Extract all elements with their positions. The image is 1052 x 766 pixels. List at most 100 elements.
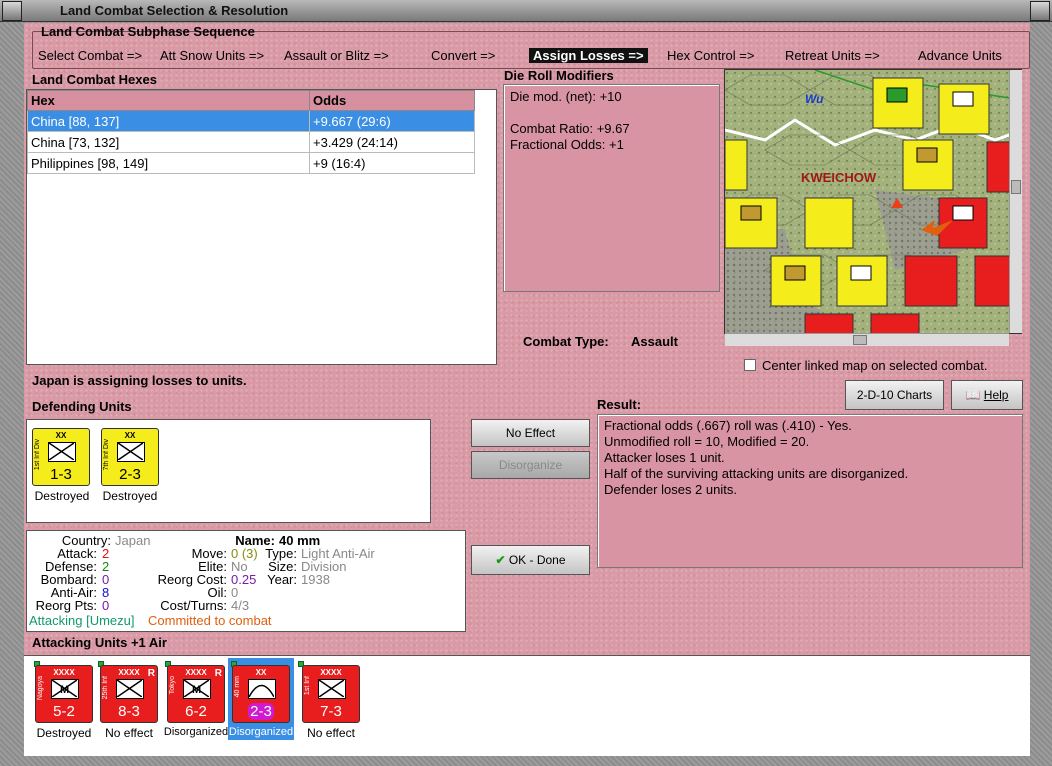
ok-done-label: OK - Done bbox=[508, 553, 566, 567]
result-line: Defender loses 2 units. bbox=[604, 482, 737, 497]
result-line: Half of the surviving attacking units ar… bbox=[604, 466, 909, 481]
checkmark-icon: ✔ bbox=[495, 553, 506, 567]
subphase-sequence-label: Land Combat Subphase Sequence bbox=[41, 24, 255, 39]
unit-size: XX bbox=[55, 431, 67, 440]
unit-symbol-letter: M bbox=[192, 684, 201, 696]
window-frame: Land Combat Selection & Resolution Land … bbox=[0, 0, 1052, 766]
modifier-spacer bbox=[510, 105, 713, 121]
odds-cell: +9.667 (29:6) bbox=[309, 110, 475, 132]
combat-type-label: Combat Type: bbox=[523, 334, 609, 349]
defending-units-panel: XX 1st Inf Div 1-3 Destroyed XX 7th Inf … bbox=[26, 419, 431, 523]
unit-size: XX bbox=[255, 668, 267, 677]
combat-hexes-list[interactable]: Hex Odds China [88, 137] +9.667 (29:6) C… bbox=[26, 89, 497, 365]
col-odds[interactable]: Odds bbox=[309, 90, 475, 111]
unit-symbol-letter: M bbox=[60, 684, 69, 696]
map-vertical-scrollbar[interactable] bbox=[1009, 70, 1022, 333]
defending-unit-counter[interactable]: XX 1st Inf Div 1-3 bbox=[32, 428, 90, 486]
defending-units-label: Defending Units bbox=[32, 399, 132, 414]
attacking-unit-counter-selected[interactable]: XX 40 mm 2-3 bbox=[232, 665, 290, 723]
seq-att-snow-units: Att Snow Units => bbox=[160, 48, 265, 63]
table-row[interactable]: China [88, 137] +9.667 (29:6) bbox=[27, 110, 475, 132]
unit-name: Tokyo bbox=[169, 676, 176, 695]
result-line: Fractional odds (.667) roll was (.410) -… bbox=[604, 418, 852, 433]
result-line: Attacker loses 1 unit. bbox=[604, 450, 725, 465]
charts-button[interactable]: 2-D-10 Charts bbox=[845, 380, 944, 410]
unit-size: XXXX bbox=[53, 668, 75, 677]
status-text: Japan is assigning losses to units. bbox=[32, 373, 247, 388]
result-label: Result: bbox=[597, 397, 642, 412]
infantry-symbol-icon bbox=[48, 442, 76, 462]
unit-name: Nagoya bbox=[37, 676, 44, 701]
mechanized-symbol-icon: M bbox=[183, 679, 211, 699]
combat-type-value: Assault bbox=[631, 334, 678, 349]
seq-select-combat: Select Combat => bbox=[38, 48, 143, 63]
year-value: 1938 bbox=[301, 572, 330, 587]
modifier-line: Die mod. (net): +10 bbox=[510, 89, 622, 104]
modifier-line: Fractional Odds: +1 bbox=[510, 137, 624, 152]
unit-size: XX bbox=[124, 431, 136, 440]
unit-status: No effect bbox=[105, 726, 153, 740]
map-horizontal-scrollbar[interactable] bbox=[725, 333, 1009, 346]
help-book-icon: 📖 bbox=[965, 388, 981, 402]
window-title: Land Combat Selection & Resolution bbox=[60, 3, 289, 18]
unit-strength: 2-3 bbox=[233, 703, 289, 720]
attacking-unit-counter[interactable]: XXXX R 25th Inf 8-3 bbox=[100, 665, 158, 723]
seq-assault-or-blitz: Assault or Blitz => bbox=[284, 48, 389, 63]
odds-cell: +3.429 (24:14) bbox=[309, 131, 475, 153]
attacking-units-label: Attacking Units +1 Air bbox=[32, 635, 167, 650]
unit-strength: 5-2 bbox=[53, 703, 75, 720]
year-key: Year: bbox=[267, 572, 297, 587]
window-close-icon[interactable] bbox=[1030, 1, 1050, 21]
cost-turns-value: 4/3 bbox=[231, 598, 250, 613]
infantry-symbol-icon bbox=[117, 442, 145, 462]
disorganize-button[interactable]: Disorganize bbox=[471, 451, 590, 479]
no-effect-button[interactable]: No Effect bbox=[471, 419, 590, 447]
window-menu-icon[interactable] bbox=[2, 1, 22, 21]
infantry-symbol-icon bbox=[318, 679, 346, 699]
unit-info-panel: Country: Japan Attack: 2 Defense: 2 Bomb… bbox=[26, 530, 466, 632]
center-map-label: Center linked map on selected combat. bbox=[762, 358, 988, 373]
dialog-body: Land Combat Subphase Sequence Select Com… bbox=[24, 23, 1030, 756]
unit-strength-value: 2-3 bbox=[248, 703, 274, 720]
seq-hex-control: Hex Control => bbox=[667, 48, 755, 63]
unit-name: 25th Inf bbox=[102, 676, 109, 700]
unit-status: Disorganized bbox=[228, 726, 294, 738]
hex-cell: Philippines [98, 149] bbox=[27, 152, 310, 174]
die-roll-modifiers-label: Die Roll Modifiers bbox=[504, 68, 614, 83]
col-hex[interactable]: Hex bbox=[27, 90, 310, 111]
unit-status: Destroyed bbox=[102, 489, 158, 503]
help-button[interactable]: 📖 Help bbox=[951, 380, 1023, 410]
combat-hexes-label: Land Combat Hexes bbox=[32, 72, 157, 87]
unit-status: Destroyed bbox=[34, 489, 90, 503]
center-map-checkbox[interactable] bbox=[744, 359, 756, 371]
map-hscroll-thumb[interactable] bbox=[853, 335, 867, 345]
ok-done-button[interactable]: ✔ OK - Done bbox=[471, 545, 590, 575]
table-row[interactable]: China [73, 132] +3.429 (24:14) bbox=[27, 131, 475, 153]
map-vscroll-thumb[interactable] bbox=[1011, 180, 1021, 194]
linked-map[interactable]: Wu KWEICHOW ang bbox=[724, 69, 1022, 334]
infantry-symbol-icon bbox=[116, 679, 144, 699]
mechanized-symbol-icon: M bbox=[51, 679, 79, 699]
reorg-pts-value: 0 bbox=[102, 598, 110, 613]
table-row[interactable]: Philippines [98, 149] +9 (16:4) bbox=[27, 152, 475, 174]
modifier-line: Combat Ratio: +9.67 bbox=[510, 121, 630, 136]
unit-strength: 1-3 bbox=[50, 466, 72, 483]
unit-strength: 8-3 bbox=[118, 703, 140, 720]
attacking-unit-counter[interactable]: XXXX R Tokyo M 6-2 bbox=[167, 665, 225, 723]
hex-cell: China [88, 137] bbox=[27, 110, 310, 132]
defending-unit-counter[interactable]: XX 7th Inf Div 2-3 bbox=[101, 428, 159, 486]
unit-status: Destroyed bbox=[36, 726, 92, 740]
committed-status: Committed to combat bbox=[148, 613, 272, 628]
title-bar[interactable]: Land Combat Selection & Resolution bbox=[0, 0, 1052, 22]
unit-strength: 7-3 bbox=[320, 703, 342, 720]
map-region-label: KWEICHOW bbox=[801, 170, 877, 185]
attacking-unit-counter[interactable]: XXXX 1st Inf 7-3 bbox=[302, 665, 360, 723]
help-label: Help bbox=[983, 388, 1009, 402]
seq-retreat-units: Retreat Units => bbox=[785, 48, 880, 63]
attacking-unit-counter[interactable]: XXXX Nagoya M 5-2 bbox=[35, 665, 93, 723]
unit-strength: 6-2 bbox=[185, 703, 207, 720]
reorg-pts-key: Reorg Pts: bbox=[35, 598, 97, 613]
unit-status: Disorganized bbox=[163, 726, 229, 738]
die-roll-modifiers-panel: Die mod. (net): +10 Combat Ratio: +9.67 … bbox=[503, 84, 720, 292]
unit-size: XXXX bbox=[320, 668, 342, 677]
